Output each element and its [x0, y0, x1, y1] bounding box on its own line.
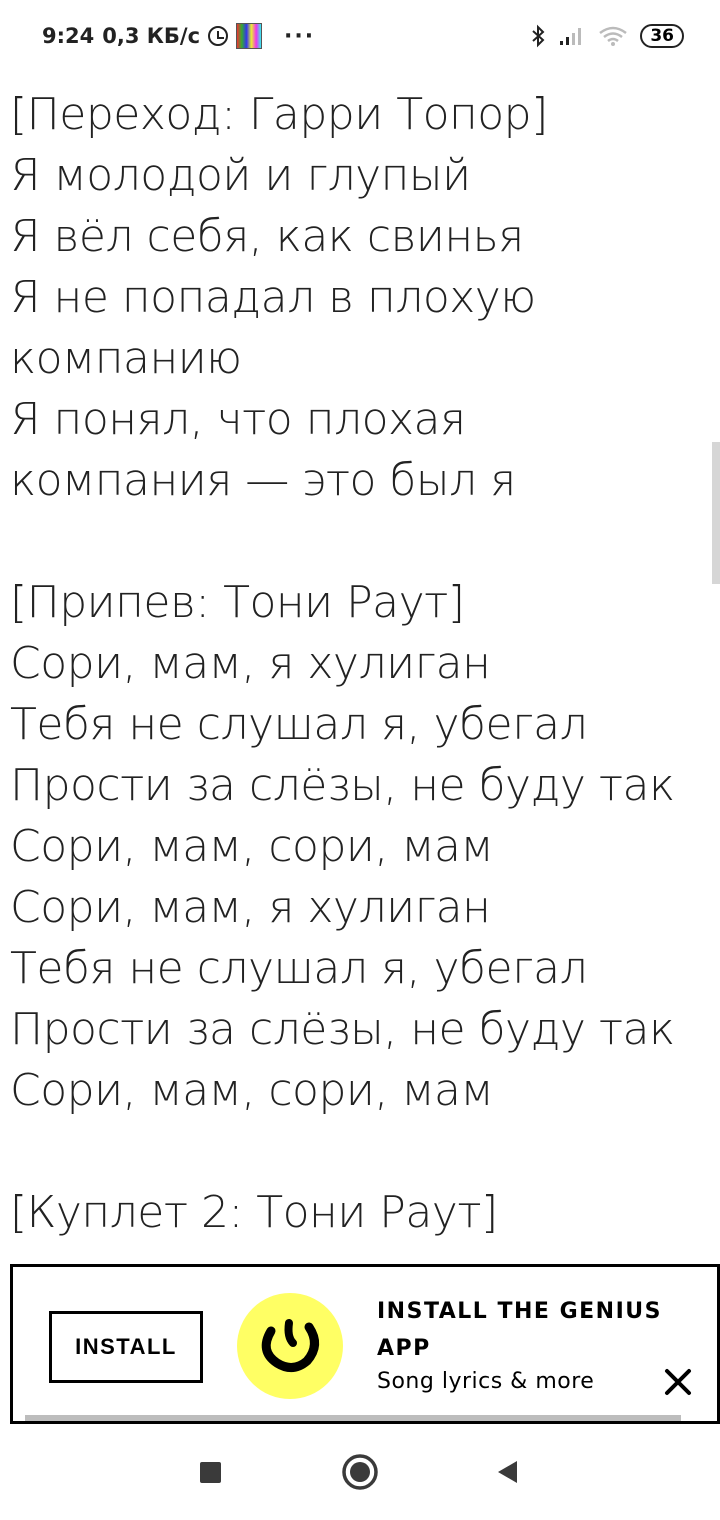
install-button[interactable]: INSTALL — [49, 1311, 203, 1383]
gallery-thumbnail-icon — [236, 23, 263, 49]
install-app-banner: INSTALL INSTALL THE GENIUS APP Song lyri… — [10, 1264, 720, 1424]
lyric-line: Тебя не слушал я, убегал — [10, 943, 588, 994]
lyric-line: Я не попадал в плохую компанию — [10, 272, 536, 384]
lyric-line: Прости за слёзы, не буду так — [10, 1004, 675, 1055]
genius-logo-icon — [237, 1293, 343, 1399]
more-notifications-icon: ··· — [284, 23, 316, 49]
lyric-line: Прости за слёзы, не буду так — [10, 760, 675, 811]
lyric-line: Я молодой и глупый — [10, 150, 471, 201]
bluetooth-icon — [532, 24, 545, 48]
banner-subtitle: Song lyrics & more — [377, 1369, 595, 1394]
back-triangle-icon[interactable] — [488, 1452, 528, 1492]
wifi-icon — [599, 26, 628, 46]
status-bar: 9:24 0,3 КБ/с ··· 36 — [0, 0, 720, 72]
cell-signal-icon — [560, 28, 582, 45]
lyric-line: Я понял, что плохая компания — это был я — [10, 394, 516, 506]
banner-title: INSTALL THE GENIUS APP — [377, 1299, 662, 1361]
lyric-line: Сори, мам, я хулиган — [10, 638, 491, 689]
lyric-line: Тебя не слушал я, убегал — [10, 699, 588, 750]
scrollbar-thumb[interactable] — [712, 442, 720, 584]
lyrics-body: [Переход: Гарри Топор] Я молодой и глупы… — [10, 84, 700, 1264]
lyric-line: Я вёл себя, как свинья — [10, 211, 524, 262]
lyric-line: Сори, мам, я хулиган — [10, 882, 491, 933]
section-header: [Припев: Тони Раут] — [10, 577, 465, 628]
recents-square-icon[interactable] — [190, 1452, 230, 1492]
section-header: [Переход: Гарри Топор] — [10, 89, 548, 140]
alarm-icon — [208, 26, 229, 46]
system-navigation-bar — [0, 1424, 720, 1520]
stanza-gap — [10, 511, 700, 572]
lyric-line: Сори, мам, сори, мам — [10, 1065, 494, 1116]
stanza-gap — [10, 1121, 700, 1182]
section-header: [Куплет 2: Тони Раут] — [10, 1187, 498, 1238]
banner-bottom-bar — [25, 1415, 681, 1421]
status-time: 9:24 — [42, 24, 95, 48]
network-speed: 0,3 КБ/с — [102, 24, 201, 48]
lyric-line: Сори, мам, сори, мам — [10, 821, 494, 872]
close-icon[interactable] — [661, 1365, 695, 1399]
status-right: 36 — [530, 24, 684, 48]
home-circle-icon[interactable] — [340, 1452, 380, 1492]
battery-icon: 36 — [640, 24, 684, 48]
status-left: 9:24 0,3 КБ/с ··· — [42, 23, 315, 49]
